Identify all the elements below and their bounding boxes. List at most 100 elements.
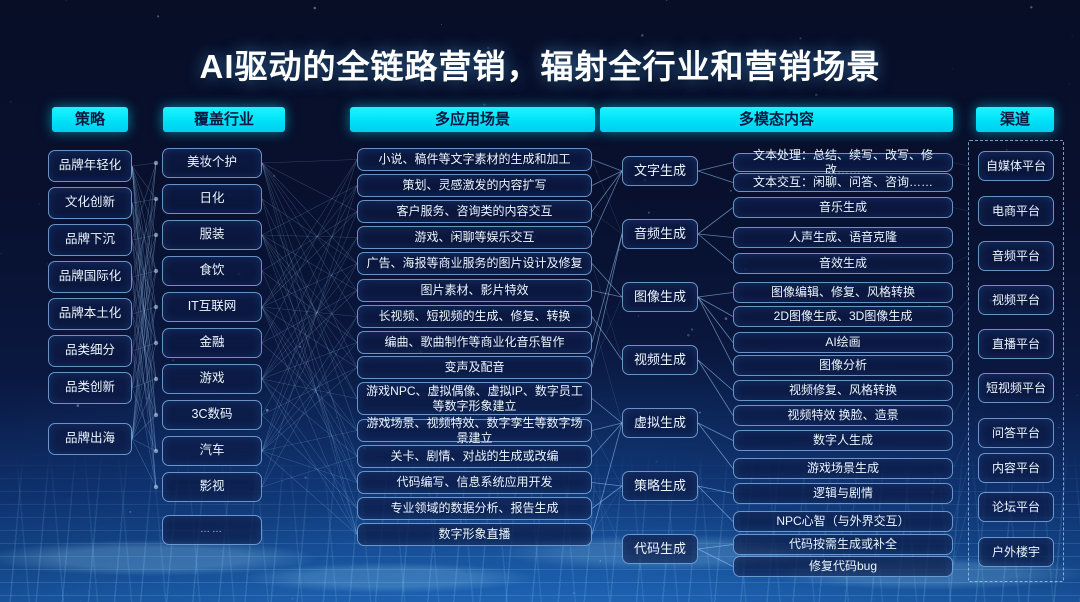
node-modal-2[interactable]: 文本交互：闲聊、问答、咨询…… bbox=[733, 173, 953, 192]
column-header-strategy: 策略 bbox=[52, 107, 128, 132]
node-industry-4[interactable]: 食饮 bbox=[162, 256, 262, 286]
node-channel-10[interactable]: 户外楼宇 bbox=[978, 537, 1054, 567]
node-industry-1[interactable]: 美妆个护 bbox=[162, 148, 262, 178]
node-label: 数字形象直播 bbox=[438, 527, 511, 542]
node-strategy-6[interactable]: 品类细分 bbox=[48, 335, 132, 367]
node-label: 逻辑与剧情 bbox=[812, 486, 873, 501]
node-modal-8[interactable]: AI绘画 bbox=[733, 332, 953, 353]
node-strategy-4[interactable]: 品牌国际化 bbox=[48, 261, 132, 293]
node-modal-10[interactable]: 视频修复、风格转换 bbox=[733, 380, 953, 401]
node-scenario-6[interactable]: 图片素材、影片特效 bbox=[357, 279, 592, 302]
node-label: 代码编写、信息系统应用开发 bbox=[396, 475, 553, 490]
node-strategy-1[interactable]: 品牌年轻化 bbox=[48, 150, 132, 182]
node-scenario-13[interactable]: 代码编写、信息系统应用开发 bbox=[357, 471, 592, 494]
node-modal-3[interactable]: 音乐生成 bbox=[733, 197, 953, 218]
node-gen-type-6[interactable]: 策略生成 bbox=[622, 471, 698, 501]
node-modal-14[interactable]: 逻辑与剧情 bbox=[733, 483, 953, 504]
column-header-channels: 渠道 bbox=[976, 107, 1054, 132]
node-industry-6[interactable]: 金融 bbox=[162, 328, 262, 358]
node-channel-5[interactable]: 直播平台 bbox=[978, 329, 1054, 359]
node-channel-4[interactable]: 视频平台 bbox=[978, 285, 1054, 315]
node-label: 品牌国际化 bbox=[58, 269, 122, 284]
node-scenario-8[interactable]: 编曲、歌曲制作等商业化音乐智作 bbox=[357, 331, 592, 354]
node-modal-11[interactable]: 视频特效 换脸、造景 bbox=[733, 405, 953, 426]
node-channel-1[interactable]: 自媒体平台 bbox=[978, 151, 1054, 181]
node-channel-3[interactable]: 音频平台 bbox=[978, 241, 1054, 271]
node-label: 3C数码 bbox=[191, 407, 233, 422]
node-modal-4[interactable]: 人声生成、语音克隆 bbox=[733, 227, 953, 248]
node-scenario-4[interactable]: 游戏、闲聊等娱乐交互 bbox=[357, 226, 592, 249]
node-gen-type-3[interactable]: 图像生成 bbox=[622, 282, 698, 312]
node-strategy-3[interactable]: 品牌下沉 bbox=[48, 224, 132, 256]
node-channel-6[interactable]: 短视频平台 bbox=[978, 373, 1054, 403]
node-channel-8[interactable]: 内容平台 bbox=[978, 453, 1054, 483]
node-label: IT互联网 bbox=[187, 299, 237, 314]
node-industry-7[interactable]: 游戏 bbox=[162, 364, 262, 394]
node-modal-9[interactable]: 图像分析 bbox=[733, 355, 953, 376]
node-modal-7[interactable]: 2D图像生成、3D图像生成 bbox=[733, 306, 953, 327]
node-scenario-7[interactable]: 长视频、短视频的生成、修复、转换 bbox=[357, 305, 592, 328]
node-label: 图像编辑、修复、风格转换 bbox=[770, 285, 915, 300]
node-label: 服装 bbox=[199, 227, 225, 242]
node-gen-type-2[interactable]: 音频生成 bbox=[622, 219, 698, 249]
node-scenario-10[interactable]: 游戏NPC、虚拟偶像、虚拟IP、数字员工等数字形象建立 bbox=[357, 382, 592, 415]
node-strategy-8[interactable]: 品牌出海 bbox=[48, 423, 132, 455]
node-modal-6[interactable]: 图像编辑、修复、风格转换 bbox=[733, 282, 953, 303]
node-modal-15[interactable]: NPC心智（与外界交互） bbox=[733, 511, 953, 532]
node-modal-5[interactable]: 音效生成 bbox=[733, 253, 953, 274]
node-channel-2[interactable]: 电商平台 bbox=[978, 196, 1054, 226]
node-strategy-7[interactable]: 品类创新 bbox=[48, 372, 132, 404]
node-industry-2[interactable]: 日化 bbox=[162, 184, 262, 214]
node-strategy-2[interactable]: 文化创新 bbox=[48, 187, 132, 219]
node-industry-9[interactable]: 汽车 bbox=[162, 436, 262, 466]
node-label: 音乐生成 bbox=[818, 200, 867, 215]
node-label: 编曲、歌曲制作等商业化音乐智作 bbox=[384, 335, 565, 350]
node-scenario-2[interactable]: 策划、灵感激发的内容扩写 bbox=[357, 174, 592, 197]
node-channel-9[interactable]: 论坛平台 bbox=[978, 492, 1054, 522]
node-gen-type-5[interactable]: 虚拟生成 bbox=[622, 408, 698, 438]
node-label: 音频平台 bbox=[991, 248, 1040, 263]
node-strategy-5[interactable]: 品牌本土化 bbox=[48, 298, 132, 330]
node-label: 图像生成 bbox=[633, 289, 686, 305]
node-label: 直播平台 bbox=[991, 336, 1040, 351]
node-label: 视频平台 bbox=[991, 292, 1040, 307]
node-scenario-12[interactable]: 关卡、剧情、对战的生成或改编 bbox=[357, 445, 592, 468]
node-scenario-14[interactable]: 专业领域的数据分析、报告生成 bbox=[357, 497, 592, 520]
node-label: 长视频、短视频的生成、修复、转换 bbox=[378, 309, 571, 324]
node-label: 自媒体平台 bbox=[985, 158, 1046, 173]
node-scenario-5[interactable]: 广告、海报等商业服务的图片设计及修复 bbox=[357, 252, 592, 275]
node-label: 内容平台 bbox=[991, 460, 1040, 475]
node-label: 游戏NPC、虚拟偶像、虚拟IP、数字员工等数字形象建立 bbox=[366, 383, 583, 413]
node-label: 小说、稿件等文字素材的生成和加工 bbox=[378, 152, 571, 167]
node-industry-5[interactable]: IT互联网 bbox=[162, 292, 262, 322]
node-scenario-11[interactable]: 游戏场景、视频特效、数字孪生等数字场景建立 bbox=[357, 416, 592, 445]
node-label: 数字人生成 bbox=[812, 433, 873, 448]
node-label: 视频特效 换脸、造景 bbox=[787, 408, 899, 423]
node-modal-17[interactable]: 修复代码bug bbox=[733, 556, 953, 577]
node-label: 图片素材、影片特效 bbox=[420, 283, 529, 298]
node-gen-type-7[interactable]: 代码生成 bbox=[622, 534, 698, 564]
node-gen-type-4[interactable]: 视频生成 bbox=[622, 345, 698, 375]
node-gen-type-1[interactable]: 文字生成 bbox=[622, 156, 698, 186]
node-label: 金融 bbox=[199, 335, 225, 350]
node-label: 论坛平台 bbox=[991, 499, 1040, 514]
node-label: 汽车 bbox=[199, 443, 225, 458]
node-label: 品牌本土化 bbox=[58, 306, 122, 321]
node-industry-10[interactable]: 影视 bbox=[162, 472, 262, 502]
column-header-multimodal: 多模态内容 bbox=[600, 107, 953, 132]
node-scenario-9[interactable]: 变声及配音 bbox=[357, 356, 592, 379]
node-modal-16[interactable]: 代码按需生成或补全 bbox=[733, 534, 953, 555]
node-scenario-15[interactable]: 数字形象直播 bbox=[357, 523, 592, 546]
node-industry-8[interactable]: 3C数码 bbox=[162, 400, 262, 430]
node-label: 广告、海报等商业服务的图片设计及修复 bbox=[366, 256, 583, 271]
node-modal-13[interactable]: 游戏场景生成 bbox=[733, 458, 953, 479]
node-modal-1[interactable]: 文本处理：总结、续写、改写、修改…… bbox=[733, 148, 953, 177]
node-modal-12[interactable]: 数字人生成 bbox=[733, 430, 953, 451]
node-label: 品牌年轻化 bbox=[58, 158, 122, 173]
node-scenario-3[interactable]: 客户服务、咨询类的内容交互 bbox=[357, 200, 592, 223]
node-label: 视频修复、风格转换 bbox=[788, 383, 897, 398]
node-industry-11[interactable]: …… bbox=[162, 515, 262, 545]
node-industry-3[interactable]: 服装 bbox=[162, 220, 262, 250]
node-channel-7[interactable]: 问答平台 bbox=[978, 418, 1054, 448]
node-scenario-1[interactable]: 小说、稿件等文字素材的生成和加工 bbox=[357, 148, 592, 171]
